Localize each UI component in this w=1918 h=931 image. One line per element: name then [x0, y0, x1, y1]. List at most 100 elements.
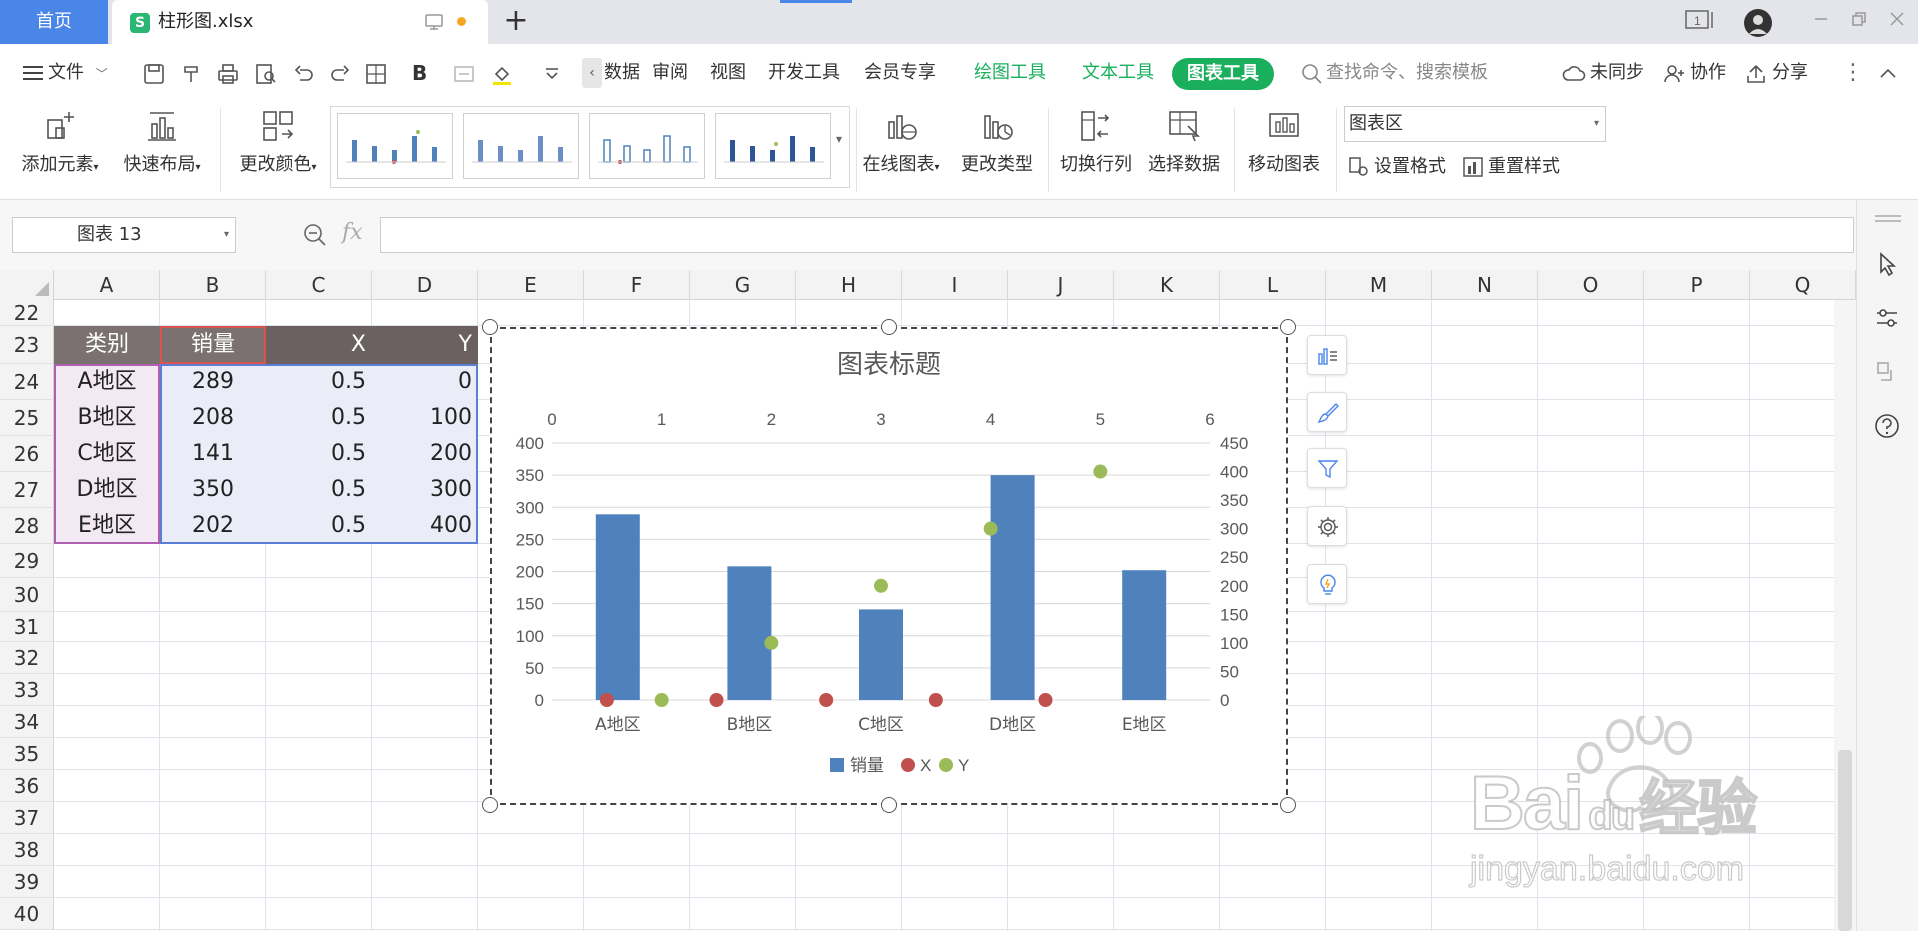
- table-cell[interactable]: 0.5: [266, 364, 372, 400]
- column-header-B[interactable]: B: [160, 270, 266, 300]
- row-header-37[interactable]: 37: [0, 802, 54, 834]
- table-cell[interactable]: 141: [160, 436, 266, 472]
- save-icon[interactable]: [142, 62, 166, 86]
- table-cell[interactable]: 0.5: [266, 436, 372, 472]
- cursor-select-icon[interactable]: [1873, 250, 1901, 278]
- table-cell[interactable]: 100: [372, 400, 478, 436]
- resize-handle[interactable]: [1280, 797, 1296, 813]
- fx-icon[interactable]: fx: [342, 220, 363, 245]
- resize-handle[interactable]: [881, 319, 897, 335]
- set-format-button[interactable]: 设置格式: [1348, 152, 1446, 182]
- switch-row-col-button[interactable]: 切换行列: [1052, 102, 1140, 200]
- table-cell[interactable]: 300: [372, 472, 478, 508]
- row-header-38[interactable]: 38: [0, 834, 54, 866]
- table-header-cell[interactable]: X: [266, 326, 372, 364]
- borders-icon[interactable]: [364, 62, 388, 86]
- share-button[interactable]: 分享: [1772, 44, 1808, 102]
- change-type-button[interactable]: 更改类型: [950, 102, 1044, 200]
- row-header-26[interactable]: 26: [0, 436, 54, 472]
- table-cell[interactable]: 202: [160, 508, 266, 544]
- online-chart-button[interactable]: 在线图表▾: [856, 102, 946, 200]
- resize-handle[interactable]: [482, 319, 498, 335]
- resize-handle[interactable]: [482, 797, 498, 813]
- table-cell[interactable]: 0.5: [266, 472, 372, 508]
- table-cell[interactable]: 200: [372, 436, 478, 472]
- chart-elements-tool[interactable]: [1307, 335, 1347, 375]
- reset-style-button[interactable]: 重置样式: [1462, 152, 1560, 182]
- column-header-E[interactable]: E: [478, 270, 584, 300]
- table-cell[interactable]: 350: [160, 472, 266, 508]
- restore-icon[interactable]: [1844, 8, 1874, 36]
- zoom-search-icon[interactable]: [302, 222, 328, 248]
- home-tab[interactable]: 首页: [0, 0, 108, 44]
- chart-style-thumbnail[interactable]: [463, 113, 579, 179]
- close-icon[interactable]: [1882, 8, 1912, 36]
- monitor-icon[interactable]: [424, 12, 444, 32]
- table-cell[interactable]: 400: [372, 508, 478, 544]
- table-cell[interactable]: E地区: [54, 508, 160, 544]
- table-cell[interactable]: 0.5: [266, 508, 372, 544]
- column-header-G[interactable]: G: [690, 270, 796, 300]
- menu-chart-tools[interactable]: 图表工具: [1172, 58, 1274, 90]
- column-header-I[interactable]: I: [902, 270, 1008, 300]
- new-tab-button[interactable]: +: [500, 6, 532, 38]
- add-element-button[interactable]: 添加元素▾: [10, 102, 110, 200]
- row-header-28[interactable]: 28: [0, 508, 54, 544]
- avatar[interactable]: [1742, 8, 1774, 37]
- page-indicator-icon[interactable]: 1: [1682, 8, 1718, 36]
- unsync-button[interactable]: 未同步: [1590, 44, 1644, 102]
- more-options-icon[interactable]: ⋮: [1842, 44, 1864, 102]
- resize-handle[interactable]: [1280, 319, 1296, 335]
- redo-icon[interactable]: [328, 62, 352, 86]
- chart-idea-tool[interactable]: [1307, 564, 1347, 604]
- menu-text-tools[interactable]: 文本工具: [1082, 44, 1154, 102]
- merge-cells-icon[interactable]: [452, 62, 476, 86]
- row-header-32[interactable]: 32: [0, 642, 54, 674]
- select-data-button[interactable]: 选择数据: [1140, 102, 1228, 200]
- row-header-40[interactable]: 40: [0, 898, 54, 930]
- menu-drawing-tools[interactable]: 绘图工具: [974, 44, 1046, 102]
- menu-developer[interactable]: 开发工具: [768, 44, 840, 102]
- chart-area-select[interactable]: 图表区 ▾: [1344, 106, 1606, 142]
- row-header-36[interactable]: 36: [0, 770, 54, 802]
- change-color-button[interactable]: 更改颜色▾: [228, 102, 328, 200]
- chart-style-thumbnail[interactable]: [337, 113, 453, 179]
- file-menu[interactable]: 文件 ﹀: [22, 44, 108, 102]
- column-header-O[interactable]: O: [1538, 270, 1644, 300]
- print-icon[interactable]: [216, 62, 240, 86]
- row-header-27[interactable]: 27: [0, 472, 54, 508]
- column-header-M[interactable]: M: [1326, 270, 1432, 300]
- row-header-33[interactable]: 33: [0, 674, 54, 706]
- menu-data[interactable]: 数据: [604, 44, 640, 102]
- collaborate-button[interactable]: 协作: [1690, 44, 1726, 102]
- file-tab[interactable]: S 柱形图.xlsx: [112, 0, 488, 44]
- format-painter-icon[interactable]: [180, 62, 204, 86]
- chart-filter-tool[interactable]: [1307, 448, 1347, 488]
- menu-view[interactable]: 视图: [710, 44, 746, 102]
- row-header-23[interactable]: 23: [0, 326, 54, 364]
- table-cell[interactable]: 289: [160, 364, 266, 400]
- row-header-25[interactable]: 25: [0, 400, 54, 436]
- table-cell[interactable]: 0: [372, 364, 478, 400]
- row-header-35[interactable]: 35: [0, 738, 54, 770]
- select-all-corner[interactable]: [0, 270, 54, 300]
- table-cell[interactable]: 208: [160, 400, 266, 436]
- chart-settings-tool[interactable]: [1307, 506, 1347, 546]
- quick-layout-button[interactable]: 快速布局▾: [112, 102, 212, 200]
- sliders-icon[interactable]: [1873, 304, 1901, 332]
- menu-member[interactable]: 会员专享: [864, 44, 936, 102]
- column-header-F[interactable]: F: [584, 270, 690, 300]
- minimize-icon[interactable]: [1806, 8, 1836, 36]
- print-preview-icon[interactable]: [254, 62, 278, 86]
- table-cell[interactable]: C地区: [54, 436, 160, 472]
- column-header-A[interactable]: A: [54, 270, 160, 300]
- row-header-39[interactable]: 39: [0, 866, 54, 898]
- more-quick-access-icon[interactable]: [540, 62, 564, 86]
- table-header-cell[interactable]: Y: [372, 326, 478, 364]
- resize-handle[interactable]: [881, 797, 897, 813]
- menu-review[interactable]: 审阅: [652, 44, 688, 102]
- chart-object[interactable]: 图表标题 0 50 100 150 200 250 300 350 400 0 50 100 150 200…: [490, 327, 1288, 805]
- fill-color-icon[interactable]: [490, 62, 514, 86]
- gallery-expand-icon[interactable]: ▾: [836, 132, 842, 146]
- table-header-cell[interactable]: 类别: [54, 326, 160, 364]
